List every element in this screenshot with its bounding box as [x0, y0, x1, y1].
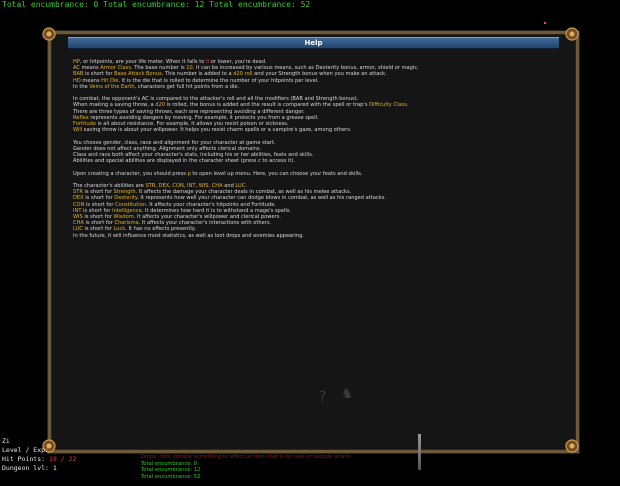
help-keyword: Luck — [113, 226, 126, 233]
help-text-segment: , or hitpoints, are your life meter. Whe… — [79, 59, 206, 65]
help-text-segment: . The base number is — [130, 65, 187, 72]
help-keyword: HP — [73, 59, 80, 65]
help-keyword: Wisdom — [113, 214, 134, 221]
hp-label: Hit Points: — [2, 455, 46, 463]
help-keyword: CHA — [73, 220, 84, 227]
help-text-segment: Class and race both affect your characte… — [73, 152, 314, 159]
help-keyword: Reflex — [73, 114, 89, 121]
torch-sprite — [418, 434, 421, 470]
help-keyword: Difficulty Class — [369, 102, 407, 109]
help-text-segment: . It determines how hard it is to withst… — [141, 207, 292, 214]
help-text-segment: is short for — [83, 195, 115, 202]
help-keyword: CON — [73, 201, 85, 208]
help-text-segment: . — [245, 183, 247, 189]
window-title[interactable]: Help — [68, 37, 559, 49]
help-keyword: Constitution — [115, 201, 146, 208]
help-keyword: d20 roll — [233, 71, 253, 78]
help-text-segment: or lower, you're dead. — [209, 59, 267, 65]
help-line: In the future, it will influence most st… — [73, 233, 564, 239]
question-mark-sprite: ? — [319, 389, 327, 405]
help-text-segment: . It affects your character's willpower … — [133, 214, 281, 221]
help-text-segment: In the — [73, 83, 90, 90]
dungeon-level-label: Dungeon lvl: — [2, 464, 49, 472]
help-keyword: Veins of the Earth — [89, 83, 135, 90]
help-keyword: Dexterity — [114, 195, 138, 202]
help-keyword: Intelligence — [112, 207, 142, 214]
help-text: HP, or hitpoints, are your life meter. W… — [73, 59, 564, 239]
corner-ornament-icon — [564, 26, 580, 42]
help-text-segment: . It can be increased by various means, … — [192, 65, 419, 72]
help-text-segment: and — [222, 183, 236, 189]
help-text-segment: . It affects your character's interactio… — [138, 220, 272, 227]
character-name: Zi — [2, 437, 10, 445]
help-keyword: Base Attack Bonus — [114, 71, 162, 78]
help-text-segment: is short for — [83, 71, 115, 78]
help-text-segment: is short for — [82, 189, 114, 196]
help-text-segment: is short for — [83, 220, 115, 227]
help-keyword: WIS — [73, 214, 83, 221]
help-text-segment: . It is the die that is rolled to determ… — [118, 77, 319, 84]
help-text-segment: is all about resistance. For example, it… — [95, 121, 289, 128]
ember-sprite — [544, 22, 546, 24]
help-text-segment: saving throw is about your willpower. It… — [82, 127, 352, 134]
help-text-segment: . — [406, 102, 409, 109]
help-text-segment: Gender does not affect anything. Alignme… — [73, 145, 262, 152]
help-text-segment: . This number is added to a — [161, 71, 234, 78]
help-text-segment: means — [79, 65, 101, 72]
help-text-segment: You choose gender, class, race and align… — [73, 139, 276, 146]
help-text-segment: In combat, the opponent's AC is compared… — [73, 96, 359, 103]
hp-value: 19 / 22 — [48, 455, 77, 463]
help-text-segment: and your Strength bonus when you make an… — [252, 71, 387, 78]
help-keyword: LUC — [235, 183, 246, 189]
corner-ornament-icon — [41, 26, 57, 42]
help-keyword: Charisma — [114, 220, 139, 227]
dungeon-level-value: 1 — [52, 464, 57, 472]
help-text-segment: . It represents how well your character … — [137, 195, 386, 202]
log-warning: Drops, rolls, trouble something to affec… — [141, 454, 351, 460]
help-text-segment: The character's abilities are — [73, 183, 146, 189]
help-keyword: BAB — [73, 71, 84, 78]
help-text-segment: represents avoiding dangers by moving. F… — [88, 114, 319, 121]
help-text-segment: is short for — [82, 226, 114, 233]
help-text-segment: . It affects your character's hitpoints … — [145, 201, 277, 208]
help-text-segment: When making a saving throw, a — [73, 102, 156, 109]
help-keyword: LUC — [73, 226, 83, 233]
help-keyword: STR, DEX, CON, INT, WIS, CHA — [145, 183, 223, 189]
help-text-segment: to open level up menu. Here, you can cho… — [190, 170, 363, 177]
help-text-segment: There are three types of saving throws, … — [73, 108, 305, 115]
help-text-segment: In the future, it will influence most st… — [73, 232, 304, 239]
help-keyword: HD — [73, 77, 81, 84]
help-window: Help HP, or hitpoints, are your life met… — [48, 31, 579, 453]
help-text-segment: is short for — [82, 214, 114, 221]
help-keyword: DEX — [73, 195, 84, 202]
help-text-segment: is short for — [81, 207, 113, 214]
help-text-segment: Abilities and special abilities are disp… — [73, 158, 295, 165]
help-text-segment: . It affects the damage your character d… — [135, 189, 352, 196]
help-text-segment: Upon creating a character, you should pr… — [73, 170, 188, 177]
help-keyword: d20 — [155, 102, 165, 109]
log-line: Total encumbrance: 52 — [141, 473, 201, 480]
help-text-segment: means — [80, 77, 102, 84]
creature-sprite: ♞ — [341, 386, 354, 402]
help-keyword: Armor Class — [100, 65, 131, 72]
help-text-segment: is short for — [84, 201, 116, 208]
help-keyword: Fortitude — [73, 121, 96, 128]
help-text-segment: , characters get full hit points from a … — [134, 83, 240, 90]
character-stats: Zi Level / Exp: Hit Points: 19 / 22 Dung… — [2, 437, 76, 473]
encumbrance-status: Total encumbrance: 0 Total encumbrance: … — [2, 0, 311, 9]
help-keyword: Strength — [113, 189, 136, 196]
message-log: Drops, rolls, trouble something to affec… — [141, 454, 350, 480]
level-label: Level / Exp: — [2, 446, 49, 454]
corner-ornament-icon — [564, 438, 580, 454]
help-text-segment: is rolled, the bonus is added and the re… — [165, 102, 370, 109]
help-keyword: Will — [73, 127, 83, 134]
help-keyword: STR — [73, 189, 83, 196]
help-keyword: AC — [73, 65, 80, 72]
help-keyword: Hit Die — [101, 77, 119, 84]
help-text-segment: . It has no effects presently. — [125, 226, 196, 233]
